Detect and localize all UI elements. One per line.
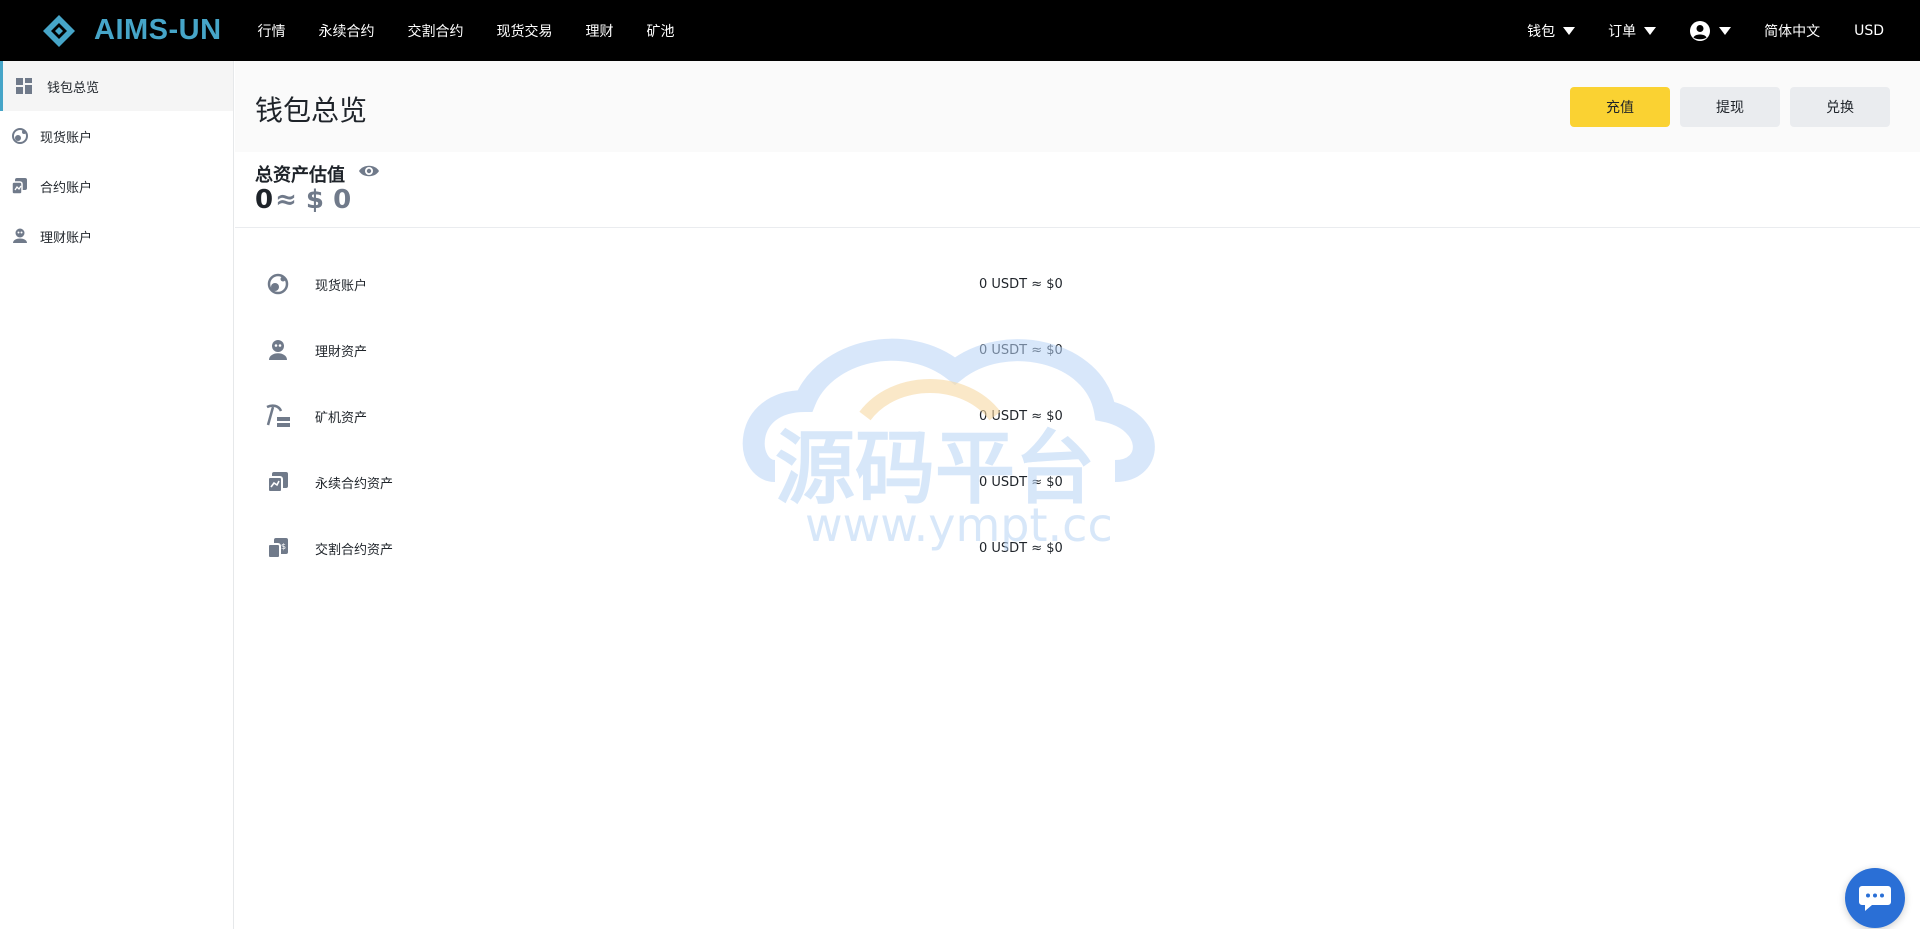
list-item[interactable]: 现货账户 0 USDT ≈ $0 [235, 251, 1920, 317]
asset-value: 0 USDT ≈ $0 [979, 342, 1063, 358]
sidebar-item-finance-account[interactable]: 理财账户 [0, 211, 233, 261]
asset-name: 理財资产 [315, 344, 368, 360]
sidebar-item-wallet-overview[interactable]: 钱包总览 [0, 61, 233, 111]
sidebar-item-label: 钱包总览 [47, 80, 100, 96]
top-nav: AIMS-UN 行情 永续合约 交割合约 现货交易 理财 矿池 钱包 订单 简体… [0, 0, 1920, 61]
asset-value: 0 USDT ≈ $0 [979, 408, 1063, 424]
currency-selector[interactable]: USD [1854, 23, 1884, 39]
nav-link-delivery[interactable]: 交割合约 [408, 21, 464, 41]
language-selector[interactable]: 简体中文 [1764, 21, 1820, 41]
withdraw-button[interactable]: 提现 [1680, 87, 1780, 127]
divider [235, 227, 1920, 228]
chat-support-button[interactable] [1845, 868, 1905, 928]
sidebar-item-label: 合约账户 [40, 180, 93, 196]
eye-icon[interactable] [358, 162, 380, 180]
wallet-dropdown[interactable]: 钱包 [1527, 21, 1576, 41]
sidebar-item-spot-account[interactable]: 现货账户 [0, 111, 233, 161]
total-assets-value: 0 ≈ $ 0 [255, 185, 351, 215]
sidebar-item-contract-account[interactable]: 合约账户 [0, 161, 233, 211]
mining-icon [265, 403, 291, 429]
asset-value: 0 USDT ≈ $0 [979, 276, 1063, 292]
asset-value: 0 USDT ≈ $0 [979, 540, 1063, 556]
finance-icon [11, 227, 29, 245]
delivery-icon: $ [265, 535, 291, 561]
caret-down-icon [1644, 26, 1657, 35]
diamond-logo-icon [43, 14, 75, 47]
total-assets-label: 总资产估值 [255, 165, 345, 186]
sidebar-item-label: 现货账户 [40, 130, 93, 146]
svg-text:$: $ [281, 542, 286, 551]
nav-link-pool[interactable]: 矿池 [647, 21, 675, 41]
caret-down-icon [1719, 26, 1732, 35]
nav-link-market[interactable]: 行情 [258, 21, 286, 41]
deposit-button[interactable]: 充值 [1570, 87, 1670, 127]
page-header: 钱包总览 充值 提现 兑换 [235, 61, 1920, 152]
asset-value: 0 USDT ≈ $0 [979, 474, 1063, 490]
spot-icon [265, 271, 291, 297]
perpetual-icon [265, 469, 291, 495]
spot-icon [11, 127, 29, 145]
grid-icon [15, 77, 33, 95]
main-nav: 行情 永续合约 交割合约 现货交易 理财 矿池 [258, 21, 708, 41]
orders-dropdown[interactable]: 订单 [1608, 21, 1657, 41]
user-dropdown[interactable] [1689, 20, 1732, 42]
list-item[interactable]: $ 交割合约资产 0 USDT ≈ $0 [235, 515, 1920, 581]
chat-bubble-icon [1859, 886, 1891, 911]
convert-button[interactable]: 兑换 [1790, 87, 1890, 127]
list-item[interactable]: 矿机资产 0 USDT ≈ $0 [235, 383, 1920, 449]
list-item[interactable]: 永续合约资产 0 USDT ≈ $0 [235, 449, 1920, 515]
nav-right: 钱包 订单 简体中文 USD [1527, 0, 1920, 61]
asset-list: 现货账户 0 USDT ≈ $0 理財资产 0 USDT ≈ $0 矿机资产 0… [235, 251, 1920, 581]
brand-logo[interactable]: AIMS-UN [42, 0, 222, 61]
sidebar: 钱包总览 现货账户 合约账户 理财账户 [0, 61, 234, 929]
asset-name: 现货账户 [315, 278, 368, 294]
page-title: 钱包总览 [255, 94, 368, 127]
total-usd-value: ≈ $ 0 [275, 185, 352, 215]
wallet-dropdown-label: 钱包 [1527, 23, 1556, 40]
user-avatar-icon [1690, 20, 1711, 41]
asset-name: 永续合约资产 [315, 476, 394, 492]
nav-link-perpetual[interactable]: 永续合约 [319, 21, 375, 41]
sidebar-item-label: 理财账户 [40, 230, 93, 246]
nav-link-finance[interactable]: 理财 [586, 21, 614, 41]
total-btc-value: 0 [255, 185, 274, 215]
asset-name: 交割合约资产 [315, 542, 394, 558]
caret-down-icon [1563, 26, 1576, 35]
orders-dropdown-label: 订单 [1608, 23, 1637, 40]
list-item[interactable]: 理財资产 0 USDT ≈ $0 [235, 317, 1920, 383]
brand-name: AIMS-UN [94, 14, 222, 46]
main-content: 钱包总览 充值 提现 兑换 总资产估值 0 ≈ $ 0 现货账户 0 USDT … [235, 61, 1920, 929]
nav-link-spot[interactable]: 现货交易 [497, 21, 553, 41]
finance-icon [265, 337, 291, 363]
asset-name: 矿机资产 [315, 410, 368, 426]
contract-icon [11, 177, 29, 195]
